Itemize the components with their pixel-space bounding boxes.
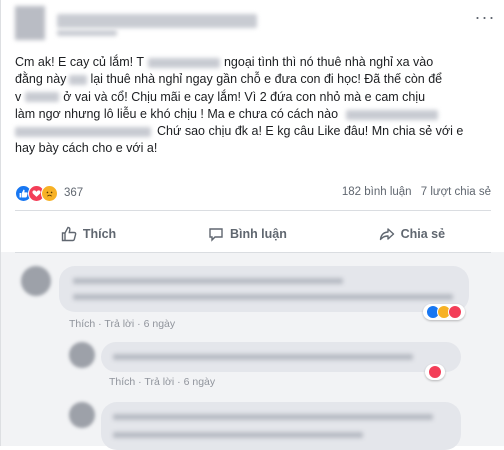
post-body: Cm ak! E cay củ lắm! Tngoại tình thì nó … [15,54,497,158]
share-button[interactable]: Chia sẻ [363,222,461,246]
like-label: Thích [82,227,117,241]
reply-actions: Thích · Trả lời · 6 ngày [109,376,216,388]
comment-reply-link[interactable]: Trả lời [104,318,134,330]
love-reaction-icon [428,365,442,379]
redacted-comment-text [73,294,453,300]
reply-bubble [101,342,461,372]
redacted-text [346,109,439,120]
action-bar: Thích Bình luận Chia sẻ [15,220,491,248]
post-card: ··· Cm ak! E cay củ lắm! Tngoại tình thì… [0,0,504,450]
divider [15,210,491,211]
author-avatar[interactable] [15,6,45,40]
post-time-redacted [57,30,117,36]
engagement-counts: 182 bình luận 7 lượt chia sẻ [336,186,491,198]
redacted-reply-text [113,354,413,360]
reply-avatar[interactable] [69,342,95,368]
sad-reaction-icon [41,184,58,202]
more-options-icon[interactable]: ··· [473,8,497,28]
share-icon [379,228,394,241]
comment-bubble [59,266,469,312]
reaction-summary[interactable]: 367 [15,184,83,202]
post-line: hay bày cách cho e với a! [15,141,158,156]
comment-count[interactable]: 182 bình luận [342,186,412,198]
comment-bubble [101,402,461,450]
redacted-comment-text [113,432,363,438]
like-button[interactable]: Thích [45,222,132,246]
comment-reactions[interactable] [423,304,465,320]
thumbs-up-icon [61,226,77,242]
comment-like-link[interactable]: Thích [69,318,95,330]
reaction-count[interactable]: 367 [64,187,83,199]
comments-section: Thích · Trả lời · 6 ngày Thích · Trả lời… [1,252,504,450]
post-line: vở vai và cổ! Chịu mãi e cay lắm! Vì 2 đ… [15,89,426,104]
redacted-text [147,57,220,68]
commenter-avatar[interactable] [69,402,95,428]
reply-time[interactable]: 6 ngày [184,376,216,388]
redacted-text [25,92,60,103]
comment-time[interactable]: 6 ngày [144,318,176,330]
redacted-comment-text [73,278,343,284]
comment-button[interactable]: Bình luận [192,222,303,246]
commenter-avatar[interactable] [21,266,51,296]
reply-like-link[interactable]: Thích [109,376,135,388]
share-label: Chia sẻ [400,227,446,241]
share-count[interactable]: 7 lượt chia sẻ [421,186,491,198]
reply-reactions[interactable] [425,364,445,380]
reply-reply-link[interactable]: Trả lời [144,376,174,388]
post-line: làm ngơ nhưng lô liễu e khó chịu ! Ma e … [15,106,497,123]
redacted-text [69,75,88,85]
post-line: đằng này lại thuê nhà nghỉ ngay gần chỗ e… [15,72,443,87]
divider [15,252,491,253]
redacted-comment-text [113,414,433,420]
author-name-redacted[interactable] [57,14,257,28]
post-line: Chứ sao chịu đk a! E kg câu Like đâu! Mn… [15,123,497,140]
post-line: Cm ak! E cay củ lắm! Tngoại tình thì nó … [15,55,434,69]
comment-actions: Thích · Trả lời · 6 ngày [69,318,176,330]
comment-label: Bình luận [229,227,287,241]
redacted-text [15,126,151,137]
comment-icon [209,228,223,242]
love-reaction-icon [448,305,462,319]
